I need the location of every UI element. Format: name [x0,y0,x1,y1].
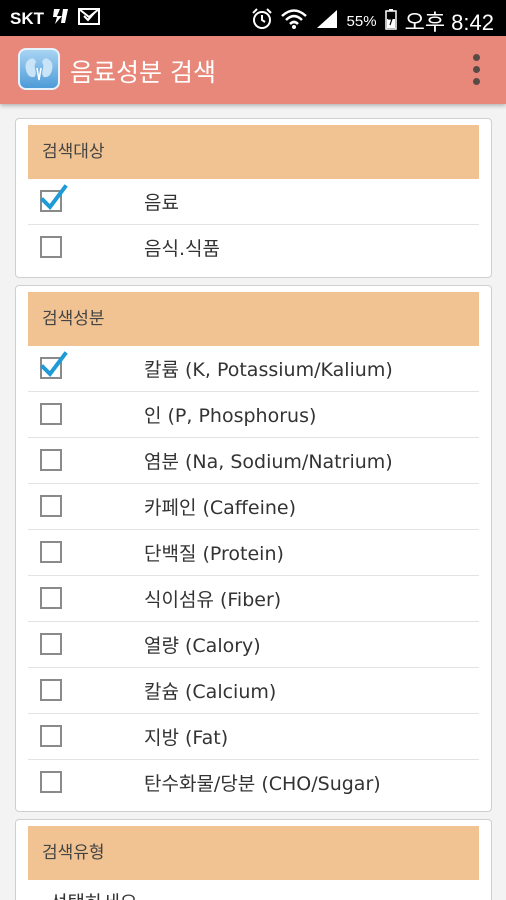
component-checkbox[interactable] [40,495,62,517]
page-title: 음료성분 검색 [70,58,216,87]
target-label: 음식.식품 [144,238,220,260]
component-label: 탄수화물/당분 (CHO/Sugar) [144,773,381,795]
checkmark-icon [40,351,68,378]
search-components-header: 검색성분 [28,292,479,346]
search-target-list: 음료음식.식품 [16,179,491,271]
search-target-header: 검색대상 [28,125,479,179]
component-checkbox[interactable] [40,679,62,701]
clock: 오후 8:42 [404,10,494,35]
component-label: 지방 (Fat) [144,727,229,749]
search-components-card: 검색성분 칼륨 (K, Potassium/Kalium) 인 (P, Phosp… [15,285,492,812]
component-label: 식이섬유 (Fiber) [144,589,282,611]
search-type-select-value: 선택하세요 [50,888,137,900]
search-target-card: 검색대상 음료음식.식품 [15,118,492,278]
component-checkbox[interactable] [40,725,62,747]
search-type-select[interactable]: 선택하세요 [28,880,479,900]
app-bar: 음료성분 검색 [0,36,506,104]
search-type-header: 검색유형 [28,826,479,880]
mail-icon [78,7,100,30]
component-row[interactable]: 염분 (Na, Sodium/Natrium) [28,438,479,484]
target-row[interactable]: 음료 [28,179,479,225]
component-row[interactable]: 식이섬유 (Fiber) [28,576,479,622]
component-row[interactable]: 지방 (Fat) [28,714,479,760]
component-checkbox[interactable] [40,351,68,379]
target-checkbox[interactable] [40,184,68,212]
component-checkbox[interactable] [40,449,62,471]
alarm-icon [251,8,273,34]
kidney-app-icon[interactable] [18,48,60,90]
component-checkbox[interactable] [40,771,62,793]
status-bar: SKT 55% 오후 8:42 [0,0,506,36]
component-label: 카페인 (Caffeine) [144,497,297,519]
wifi-icon [280,8,307,34]
component-label: 인 (P, Phosphorus) [144,405,317,427]
target-label: 음료 [144,192,179,214]
component-label: 염분 (Na, Sodium/Natrium) [144,451,393,473]
target-row[interactable]: 음식.식품 [28,225,479,271]
component-checkbox[interactable] [40,587,62,609]
component-row[interactable]: 단백질 (Protein) [28,530,479,576]
search-type-card: 검색유형 선택하세요 [15,819,492,900]
battery-percent: 55% [346,12,377,30]
checkmark-icon [40,184,68,211]
component-row[interactable]: 열량 (Calory) [28,622,479,668]
search-components-list: 칼륨 (K, Potassium/Kalium) 인 (P, Phosphorus… [16,346,491,806]
component-row[interactable]: 칼슘 (Calcium) [28,668,479,714]
component-checkbox[interactable] [40,633,62,655]
carrier-label: SKT [10,8,44,28]
component-label: 칼륨 (K, Potassium/Kalium) [144,359,393,381]
component-row[interactable]: 인 (P, Phosphorus) [28,392,479,438]
component-row[interactable]: 탄수화물/당분 (CHO/Sugar) [28,760,479,806]
target-checkbox[interactable] [40,236,62,258]
component-row[interactable]: 카페인 (Caffeine) [28,484,479,530]
component-label: 단백질 (Protein) [144,543,284,565]
overflow-menu-icon[interactable] [472,54,482,86]
component-checkbox[interactable] [40,541,62,563]
component-row[interactable]: 칼륨 (K, Potassium/Kalium) [28,346,479,392]
lte-signal-icon [52,7,70,30]
cell-signal-icon [315,8,339,34]
component-checkbox[interactable] [40,403,62,425]
component-label: 칼슘 (Calcium) [144,681,277,703]
battery-charging-icon [384,8,397,34]
component-label: 열량 (Calory) [144,635,261,657]
